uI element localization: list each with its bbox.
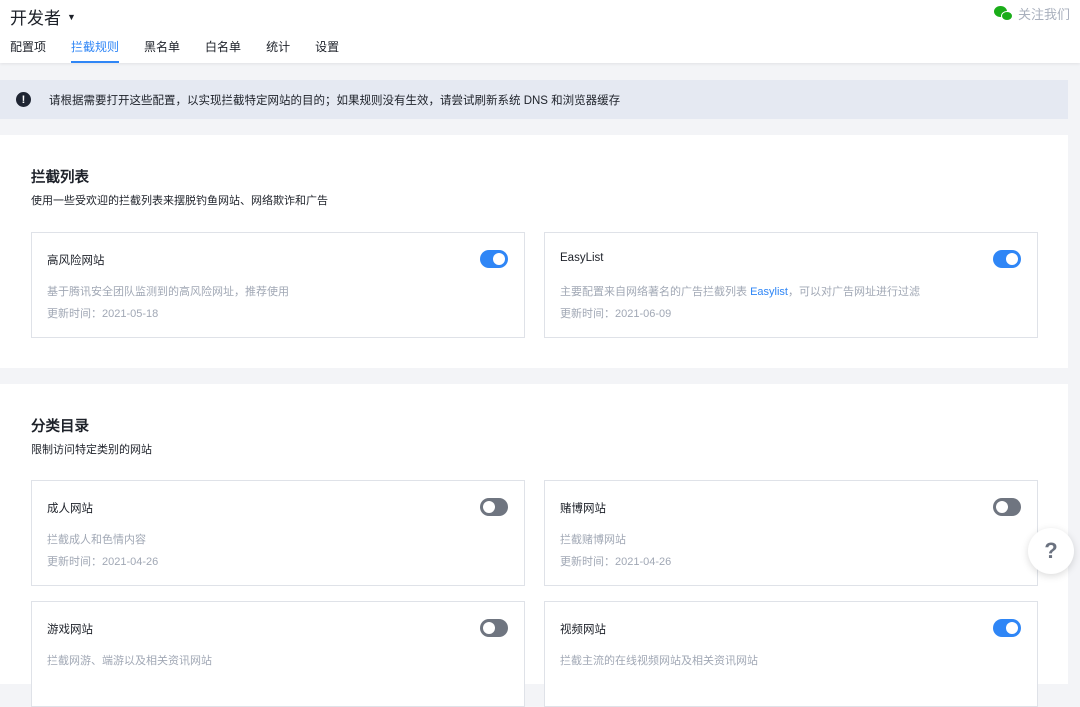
caret-down-icon: ▼	[67, 11, 76, 22]
card-name: EasyList	[560, 252, 604, 264]
card-name: 赌博网站	[560, 503, 606, 515]
tab-settings[interactable]: 设置	[315, 38, 339, 63]
rule-card-video: 视频网站 拦截主流的在线视频网站及相关资讯网站	[544, 601, 1038, 707]
card-name: 成人网站	[47, 503, 93, 515]
toggle-switch[interactable]	[993, 498, 1021, 516]
desc-text: ，可以对广告网址进行过滤	[787, 286, 920, 298]
notice-banner: ! 请根据需要打开这些配置，以实现拦截特定网站的目的；如果规则没有生效，请尝试刷…	[0, 80, 1068, 119]
toggle-switch[interactable]	[993, 250, 1021, 268]
section-subtitle: 使用一些受欢迎的拦截列表来摆脱钓鱼网站、网络欺诈和广告	[31, 195, 328, 207]
tab-blacklist[interactable]: 黑名单	[144, 38, 180, 63]
card-name: 视频网站	[560, 624, 606, 636]
tab-whitelist[interactable]: 白名单	[205, 38, 241, 63]
account-title: 开发者	[10, 9, 61, 28]
card-desc: 拦截赌博网站	[560, 534, 626, 546]
rule-card-gambling: 赌博网站 拦截赌博网站 更新时间：2021-04-26	[544, 480, 1038, 586]
rule-card-easylist: EasyList 主要配置来自网络著名的广告拦截列表 Easylist，可以对广…	[544, 232, 1038, 338]
section-subtitle: 限制访问特定类别的网站	[31, 444, 152, 456]
card-desc: 主要配置来自网络著名的广告拦截列表 Easylist，可以对广告网址进行过滤	[560, 283, 920, 299]
tab-config[interactable]: 配置项	[10, 38, 46, 63]
toggle-switch[interactable]	[480, 498, 508, 516]
notice-text: 请根据需要打开这些配置，以实现拦截特定网站的目的；如果规则没有生效，请尝试刷新系…	[49, 94, 621, 107]
card-desc: 基于腾讯安全团队监测到的高风险网址，推荐使用	[47, 286, 289, 298]
toggle-switch[interactable]	[480, 619, 508, 637]
rule-card-games: 游戏网站 拦截网游、端游以及相关资讯网站	[31, 601, 525, 707]
follow-label: 关注我们	[1017, 7, 1070, 22]
card-desc: 拦截成人和色情内容	[47, 534, 146, 546]
card-desc: 拦截网游、端游以及相关资讯网站	[47, 655, 212, 667]
section-title: 拦截列表	[31, 170, 89, 186]
account-dropdown[interactable]: 开发者 ▼	[10, 4, 76, 29]
tab-block-rules[interactable]: 拦截规则	[71, 38, 120, 63]
card-name: 游戏网站	[47, 624, 93, 636]
card-name: 高风险网站	[47, 255, 105, 267]
desc-text: 主要配置来自网络著名的广告拦截列表	[560, 286, 751, 298]
follow-us-link[interactable]: 关注我们	[993, 4, 1070, 23]
tab-stats[interactable]: 统计	[266, 38, 290, 63]
card-updated: 更新时间：2021-04-26	[47, 556, 159, 568]
rule-card-adult: 成人网站 拦截成人和色情内容 更新时间：2021-04-26	[31, 480, 525, 586]
categories-section: 分类目录 限制访问特定类别的网站 成人网站 拦截成人和色情内容 更新时间：202…	[0, 384, 1068, 707]
card-updated: 更新时间：2021-05-18	[47, 308, 159, 320]
section-title: 分类目录	[31, 419, 89, 435]
blocklists-section: 拦截列表 使用一些受欢迎的拦截列表来摆脱钓鱼网站、网络欺诈和广告 高风险网站 基…	[0, 135, 1068, 368]
header: 开发者 ▼ 关注我们 配置项 拦截规则 黑名单 白名单 统计 设置	[0, 0, 1080, 63]
card-desc: 拦截主流的在线视频网站及相关资讯网站	[560, 655, 758, 667]
wechat-icon	[993, 5, 1014, 22]
help-button[interactable]: ?	[1028, 528, 1074, 574]
toggle-switch[interactable]	[993, 619, 1021, 637]
info-icon: !	[16, 92, 31, 107]
easylist-link[interactable]: Easylist	[750, 286, 788, 298]
tab-bar: 配置项 拦截规则 黑名单 白名单 统计 设置	[10, 38, 364, 63]
rule-card-high-risk: 高风险网站 基于腾讯安全团队监测到的高风险网址，推荐使用 更新时间：2021-0…	[31, 232, 525, 338]
toggle-switch[interactable]	[480, 250, 508, 268]
card-updated: 更新时间：2021-06-09	[560, 308, 672, 320]
card-updated: 更新时间：2021-04-26	[560, 556, 672, 568]
